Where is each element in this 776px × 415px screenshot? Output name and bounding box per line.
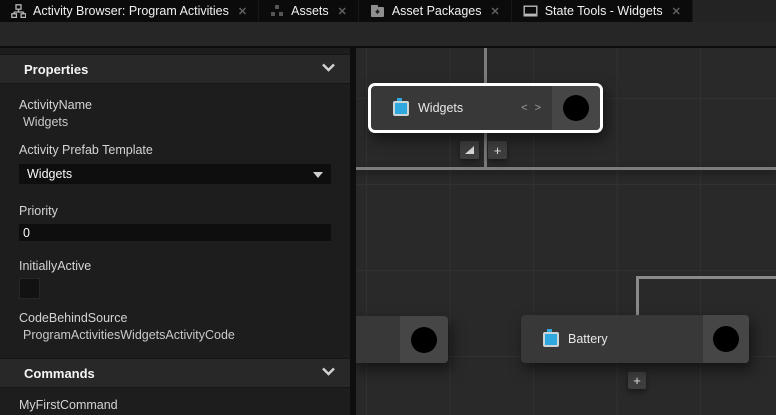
device-icon <box>543 328 559 347</box>
plus-icon: + <box>633 373 641 388</box>
add-state-button[interactable]: + <box>488 141 507 159</box>
app-window: Activity Browser: Program Activities ✕ A… <box>0 0 776 415</box>
dropdown-arrow-icon <box>313 165 323 183</box>
code-behind-label: CodeBehindSource <box>19 311 128 325</box>
node-label: Battery <box>568 332 608 346</box>
prefab-template-label: Activity Prefab Template <box>19 143 153 157</box>
port-circle-icon[interactable] <box>563 95 589 121</box>
properties-panel: Properties ActivityName Widgets Activity… <box>0 48 350 415</box>
plus-icon: + <box>493 142 502 158</box>
commands-section-header[interactable]: Commands <box>0 358 350 388</box>
assets-cluster-icon <box>270 4 284 18</box>
initially-active-checkbox[interactable] <box>19 278 40 299</box>
tab-assets[interactable]: Assets ✕ <box>259 0 359 22</box>
tab-asset-packages[interactable]: Asset Packages ✕ <box>358 0 512 22</box>
tab-activity-browser[interactable]: Activity Browser: Program Activities ✕ <box>0 0 260 22</box>
resize-grip-icon <box>465 146 474 154</box>
node-port[interactable] <box>703 315 749 363</box>
tab-strip: Activity Browser: Program Activities ✕ A… <box>0 0 693 22</box>
toolbar-strip <box>0 22 776 48</box>
activity-name-value: Widgets <box>23 115 69 129</box>
close-icon[interactable]: ✕ <box>672 5 681 18</box>
initially-active-label: InitiallyActive <box>19 259 92 273</box>
node-port[interactable] <box>552 86 600 130</box>
tab-bar: Activity Browser: Program Activities ✕ A… <box>0 0 776 22</box>
collapse-node-button[interactable] <box>460 141 479 159</box>
connector-line-horizontal <box>356 167 776 170</box>
window-icon <box>523 4 538 18</box>
close-icon[interactable]: ✕ <box>338 5 347 18</box>
connector-elbow-horizontal <box>636 276 776 279</box>
node-partial[interactable] <box>356 316 448 363</box>
priority-label: Priority <box>19 204 58 218</box>
command-list-item[interactable]: MyFirstCommand <box>19 398 350 412</box>
node-battery[interactable]: Battery <box>521 315 749 363</box>
node-label: Widgets <box>418 101 464 115</box>
tab-state-tools[interactable]: State Tools - Widgets ✕ <box>511 0 693 22</box>
node-widgets[interactable]: Widgets < > <box>368 83 603 133</box>
node-port[interactable] <box>400 316 448 363</box>
close-icon[interactable]: ✕ <box>238 5 247 18</box>
code-behind-value: ProgramActivitiesWidgetsActivityCode <box>23 328 235 342</box>
org-chart-icon <box>11 4 26 18</box>
port-circle-icon[interactable] <box>713 326 739 352</box>
port-circle-icon[interactable] <box>411 326 437 353</box>
section-title: Commands <box>24 365 95 381</box>
chevron-down-icon <box>321 60 336 78</box>
tab-label: State Tools - Widgets <box>544 4 663 18</box>
angle-brackets-badge: < > <box>521 102 543 114</box>
priority-input[interactable] <box>19 224 331 241</box>
add-state-button[interactable]: + <box>628 372 646 389</box>
activity-name-label: ActivityName <box>19 98 92 112</box>
package-icon <box>370 4 385 18</box>
dropdown-value: Widgets <box>27 167 73 181</box>
connector-elbow-vertical <box>636 276 639 316</box>
section-title: Properties <box>24 61 89 77</box>
chevron-down-icon <box>321 364 336 382</box>
tabbar-spacer <box>692 0 776 22</box>
close-icon[interactable]: ✕ <box>490 5 499 18</box>
device-icon <box>393 97 409 116</box>
tab-label: Asset Packages <box>391 4 482 18</box>
tab-label: Activity Browser: Program Activities <box>33 4 229 18</box>
properties-section-header[interactable]: Properties <box>0 54 350 84</box>
tab-label: Assets <box>291 4 329 18</box>
state-graph-canvas[interactable]: + + Widgets < > Battery <box>356 48 776 415</box>
prefab-template-dropdown[interactable]: Widgets <box>19 164 331 184</box>
